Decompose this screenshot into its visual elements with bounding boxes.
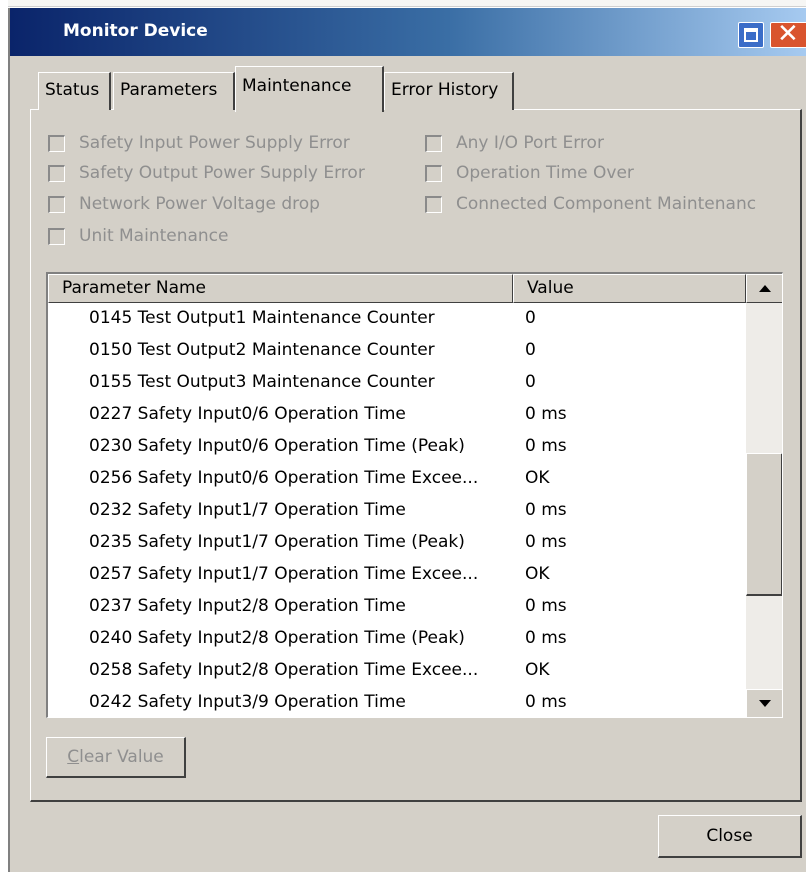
cell-parameter-name: 0150 Test Output2 Maintenance Counter [89,340,435,360]
cell-value: 0 [525,340,536,360]
checkbox-box[interactable] [425,195,442,213]
grid-header: Parameter Name Value [48,274,782,303]
column-header-label: Value [527,278,574,298]
maximize-icon [744,28,758,42]
checkbox-label: Network Power Voltage drop [79,194,320,214]
tab-label: Maintenance [242,76,352,96]
table-row[interactable]: 0258 Safety Input2/8 Operation Time Exce… [48,655,746,687]
arrow-up-icon [758,285,771,292]
checkbox-label: Unit Maintenance [79,226,229,246]
column-header-parameter-name[interactable]: Parameter Name [48,274,513,303]
clear-value-label: lear Value [79,747,164,767]
cell-value: OK [525,660,550,680]
cell-value: 0 ms [525,436,567,456]
checkbox-box[interactable] [48,134,65,152]
cell-value: 0 ms [525,404,567,424]
checkbox-box[interactable] [48,164,65,182]
cell-parameter-name: 0232 Safety Input1/7 Operation Time [89,500,406,520]
title-bar[interactable]: Monitor Device ✕ [10,8,806,56]
cell-parameter-name: 0242 Safety Input3/9 Operation Time [89,692,406,712]
table-row[interactable]: 0237 Safety Input2/8 Operation Time 0 ms [48,591,746,623]
table-row[interactable]: 0232 Safety Input1/7 Operation Time 0 ms [48,495,746,527]
close-window-button[interactable]: ✕ [770,19,806,49]
table-row[interactable]: 0240 Safety Input2/8 Operation Time (Pea… [48,623,746,655]
close-button[interactable]: Close [658,815,802,858]
checkbox-box[interactable] [425,134,442,152]
table-row[interactable]: 0155 Test Output3 Maintenance Counter 0 [48,367,746,399]
table-row[interactable]: 0230 Safety Input0/6 Operation Time (Pea… [48,431,746,463]
cell-parameter-name: 0237 Safety Input2/8 Operation Time [89,596,406,616]
checkbox-label: Any I/O Port Error [456,133,604,153]
cell-parameter-name: 0235 Safety Input1/7 Operation Time (Pea… [89,532,465,552]
close-label: Close [706,826,753,846]
checkbox-label: Connected Component Maintenanc [456,194,757,214]
tab-maintenance[interactable]: Maintenance [235,66,384,112]
window-title: Monitor Device [63,21,208,41]
checkbox-operation-time-over[interactable]: Operation Time Over [425,163,634,183]
tab-label: Error History [391,80,499,100]
close-icon: ✕ [777,19,799,49]
cell-value: 0 ms [525,500,567,520]
checkbox-box[interactable] [425,164,442,182]
table-row[interactable]: 0145 Test Output1 Maintenance Counter 0 [48,303,746,335]
table-row[interactable]: 0150 Test Output2 Maintenance Counter 0 [48,335,746,367]
cell-parameter-name: 0257 Safety Input1/7 Operation Time Exce… [89,564,479,584]
cell-value: 0 [525,308,536,328]
tab-error-history[interactable]: Error History [384,72,514,110]
table-row[interactable]: 0256 Safety Input0/6 Operation Time Exce… [48,463,746,495]
cell-value: 0 [525,372,536,392]
cell-parameter-name: 0258 Safety Input2/8 Operation Time Exce… [89,660,479,680]
cell-parameter-name: 0240 Safety Input2/8 Operation Time (Pea… [89,628,465,648]
background-window-edge [8,0,806,7]
checkbox-box[interactable] [48,195,65,213]
column-header-value[interactable]: Value [513,274,746,303]
cell-value: 0 ms [525,532,567,552]
cell-parameter-name: 0155 Test Output3 Maintenance Counter [89,372,435,392]
checkbox-safety-input-power-supply-error[interactable]: Safety Input Power Supply Error [48,133,350,153]
clear-value-accelerator: C [67,747,80,767]
clear-value-button[interactable]: Clear Value [46,737,186,778]
scroll-up-button[interactable] [746,274,782,303]
cell-value: 0 ms [525,596,567,616]
tab-label: Status [45,80,100,100]
cell-value: OK [525,468,550,488]
tab-parameters[interactable]: Parameters [113,72,235,110]
table-row[interactable]: 0242 Safety Input3/9 Operation Time 0 ms [48,687,746,717]
parameter-grid: Parameter Name Value 0145 Test Output1 M… [46,272,783,718]
checkbox-unit-maintenance[interactable]: Unit Maintenance [48,226,229,246]
checkbox-connected-component-maintenance[interactable]: Connected Component Maintenanc [425,194,786,214]
cell-parameter-name: 0145 Test Output1 Maintenance Counter [89,308,435,328]
arrow-down-icon [758,700,771,707]
table-row[interactable]: 0257 Safety Input1/7 Operation Time Exce… [48,559,746,591]
table-row[interactable]: 0235 Safety Input1/7 Operation Time (Pea… [48,527,746,559]
cell-value: 0 ms [525,692,567,712]
background-strip [0,0,806,7]
checkbox-any-io-port-error[interactable]: Any I/O Port Error [425,133,604,153]
scroll-thumb[interactable] [746,453,782,596]
vertical-scrollbar[interactable] [746,274,782,717]
cell-parameter-name: 0227 Safety Input0/6 Operation Time [89,404,406,424]
checkbox-label: Safety Output Power Supply Error [79,163,365,183]
tab-label: Parameters [120,80,218,100]
cell-parameter-name: 0230 Safety Input0/6 Operation Time (Pea… [89,436,465,456]
cell-parameter-name: 0256 Safety Input0/6 Operation Time Exce… [89,468,479,488]
checkbox-label: Safety Input Power Supply Error [79,133,350,153]
checkbox-safety-output-power-supply-error[interactable]: Safety Output Power Supply Error [48,163,365,183]
checkbox-box[interactable] [48,227,65,245]
checkbox-network-power-voltage-drop[interactable]: Network Power Voltage drop [48,194,320,214]
maximize-button[interactable] [738,22,764,48]
cell-value: 0 ms [525,628,567,648]
table-row[interactable]: 0227 Safety Input0/6 Operation Time 0 ms [48,399,746,431]
cell-value: OK [525,564,550,584]
tab-status[interactable]: Status [38,72,111,110]
column-header-label: Parameter Name [62,278,207,298]
checkbox-label: Operation Time Over [456,163,634,183]
scroll-down-button[interactable] [746,689,782,717]
grid-rows: 0145 Test Output1 Maintenance Counter 0 0… [48,303,746,717]
